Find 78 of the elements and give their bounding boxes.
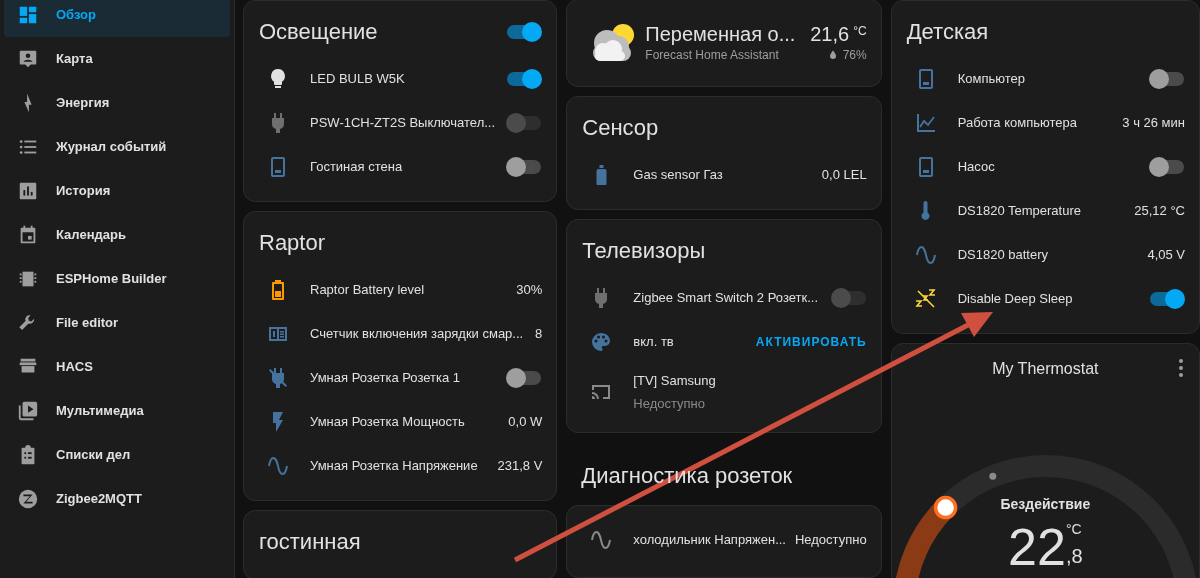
entity-name: Работа компьютера bbox=[957, 114, 1078, 133]
entity-name: PSW-1CH-ZT2S Выключател... bbox=[310, 114, 497, 133]
sidebar-item[interactable]: Zigbee2MQTT bbox=[4, 477, 230, 521]
sidebar-item[interactable]: HACS bbox=[4, 345, 230, 389]
entity-value: 8 bbox=[535, 325, 543, 344]
sidebar-item[interactable]: Календарь bbox=[4, 213, 230, 257]
activate-button[interactable]: АКТИВИРОВАТЬ bbox=[755, 333, 867, 351]
card-title: Raptor bbox=[259, 229, 326, 257]
entity-name: Zigbee Smart Switch 2 Розетк... bbox=[633, 289, 819, 308]
entity-value: 25,12 °C bbox=[1134, 202, 1185, 221]
entity-value: 231,8 V bbox=[497, 457, 543, 476]
current-temperature-marker bbox=[988, 472, 996, 480]
entity-value: 0,0 W bbox=[508, 413, 543, 432]
sidebar-item[interactable]: Мультимедиа bbox=[4, 389, 230, 433]
bar-chart-icon bbox=[17, 180, 39, 202]
sidebar-item[interactable]: История bbox=[4, 169, 230, 213]
humidity-value: 76% bbox=[842, 47, 867, 64]
sidebar-item[interactable]: Списки дел bbox=[4, 433, 230, 477]
target-temperature: 22 bbox=[1008, 521, 1066, 573]
temperature-value: 21,6 bbox=[810, 22, 850, 46]
entity-value: 4,05 V bbox=[1147, 246, 1185, 265]
entity-name: Счетчик включения зарядки смар... bbox=[310, 325, 525, 344]
temperature-unit: °C bbox=[853, 23, 867, 40]
entity-name: DS1820 Temperature bbox=[957, 202, 1082, 221]
card-title: Детская bbox=[906, 18, 989, 46]
sidebar-item[interactable]: Энергия bbox=[4, 81, 230, 125]
entity-name: DS1820 battery bbox=[957, 246, 1049, 265]
zigbee-icon bbox=[17, 488, 39, 510]
entity-name: Гостиная стена bbox=[310, 158, 404, 177]
toggle-switch[interactable] bbox=[506, 368, 543, 388]
weather-condition: Переменная о... bbox=[645, 22, 797, 46]
entity-name: Умная Розетка Розетка 1 bbox=[310, 369, 462, 388]
toggle-switch[interactable] bbox=[506, 157, 543, 177]
card-title: Телевизоры bbox=[582, 237, 706, 265]
toggle-switch[interactable] bbox=[506, 69, 543, 89]
sidebar-item[interactable]: Журнал событий bbox=[4, 125, 230, 169]
entity-state: Недоступно bbox=[633, 395, 707, 413]
entity-value: 0,0 LEL bbox=[821, 166, 867, 185]
toggle-switch[interactable] bbox=[1149, 289, 1185, 309]
gas-cylinder-icon bbox=[595, 163, 607, 187]
temperature-unit: °C bbox=[1065, 521, 1083, 537]
entity-name: Умная Розетка Мощность bbox=[310, 413, 466, 432]
hvac-action: Бездействие bbox=[1000, 495, 1091, 514]
entity-name: Disable Deep Sleep bbox=[957, 290, 1074, 309]
card-title: My Thermostat bbox=[992, 359, 1099, 379]
dial-handle[interactable] bbox=[933, 495, 957, 520]
entity-value: 3 ч 26 мин bbox=[1122, 114, 1185, 133]
entity-name: [TV] Samsung bbox=[633, 371, 716, 390]
sine-wave-icon bbox=[913, 243, 938, 267]
sidebar-item[interactable]: ESPHome Builder bbox=[4, 257, 230, 301]
sidebar-item[interactable]: File editor bbox=[4, 301, 230, 345]
sidebar-item[interactable]: Обзор bbox=[4, 0, 230, 37]
toggle-switch[interactable] bbox=[1149, 157, 1185, 177]
dashboard-icon bbox=[17, 4, 39, 26]
sine-wave-icon bbox=[589, 528, 614, 552]
entity-name: Насос bbox=[957, 158, 996, 177]
entity-name: Умная Розетка Напряжение bbox=[310, 457, 479, 476]
card-title: Сенсор bbox=[582, 114, 659, 142]
card-title: Освещение bbox=[259, 18, 378, 46]
entity-name: Компьютер bbox=[957, 70, 1026, 89]
entity-name: Raptor Battery level bbox=[310, 281, 426, 300]
weather-source: Forecast Home Assistant bbox=[645, 47, 780, 64]
map-person-icon bbox=[17, 48, 39, 70]
entity-name: холодильник Напряжен... bbox=[633, 531, 787, 550]
entity-name: LED BULB W5K bbox=[310, 70, 406, 89]
entity-name: вкл. тв bbox=[633, 333, 675, 352]
toggle-switch[interactable] bbox=[506, 21, 543, 42]
toggle-switch[interactable] bbox=[1149, 69, 1185, 89]
sidebar-item[interactable]: Карта bbox=[4, 37, 230, 81]
temperature-decimal: ,8 bbox=[1065, 544, 1083, 569]
entity-name: Gas sensor Газ bbox=[633, 166, 724, 185]
sine-wave-icon bbox=[266, 454, 290, 478]
entity-value: 30% bbox=[516, 281, 543, 300]
plug-off-icon bbox=[266, 366, 290, 390]
media-icon bbox=[17, 400, 39, 422]
thermometer-icon bbox=[921, 199, 931, 223]
entity-value: Недоступно bbox=[794, 531, 867, 550]
card-title: гостинная bbox=[259, 528, 361, 556]
